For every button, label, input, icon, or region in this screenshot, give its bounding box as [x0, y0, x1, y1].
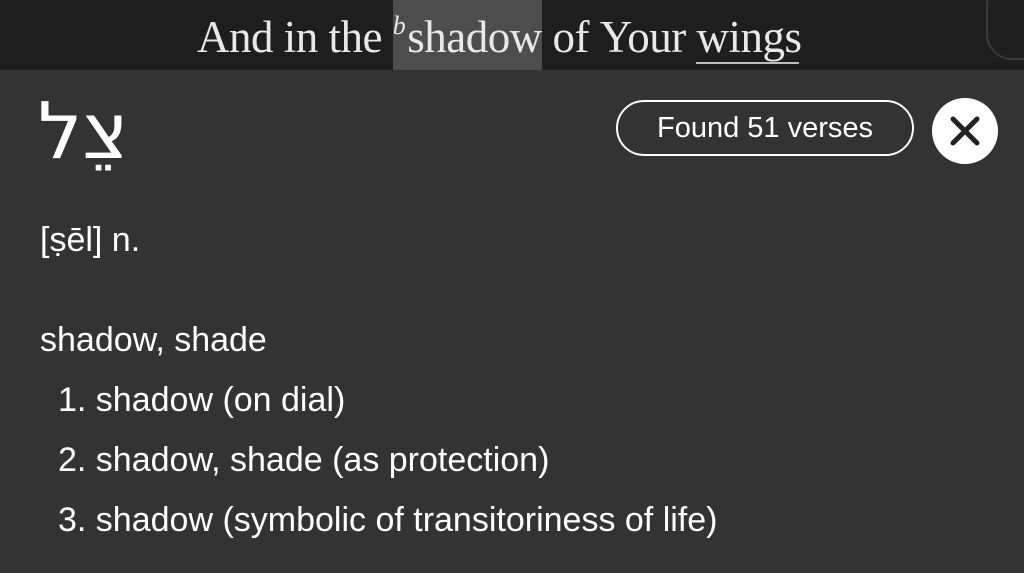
verse-word[interactable]: And [197, 8, 274, 66]
sense-list: 1. shadow (on dial) 2. shadow, shade (as… [58, 378, 717, 558]
lexicon-screen: And in the bshadow of Your wings צֵל Fou… [0, 0, 1024, 573]
verse-word[interactable]: Your [600, 8, 686, 66]
verse-word[interactable]: of [552, 8, 589, 66]
verse-bar: And in the bshadow of Your wings [0, 0, 1024, 70]
verse-text: And in the bshadow of Your wings [197, 0, 802, 70]
gloss: shadow, shade [40, 321, 267, 359]
verse-word-selected[interactable]: bshadow [392, 0, 542, 70]
sense-item: 1. shadow (on dial) [58, 381, 346, 419]
selected-word-text: shadow [407, 12, 542, 62]
sense-item: 3. shadow (symbolic of transitoriness of… [58, 501, 718, 539]
close-icon [950, 116, 980, 146]
pronunciation: [ṣēl] n. [40, 221, 141, 259]
hebrew-lemma: צֵל [38, 87, 129, 177]
sense-item: 2. shadow, shade (as protection) [58, 441, 550, 479]
found-verses-button[interactable]: Found 51 verses [616, 100, 914, 156]
verse-word-underlined[interactable]: wings [696, 8, 802, 66]
verse-word[interactable]: the [329, 8, 383, 66]
close-button[interactable] [932, 98, 998, 164]
footnote-marker[interactable]: b [393, 13, 406, 39]
corner-handle [986, 0, 1024, 60]
verse-word[interactable]: in [284, 8, 319, 66]
